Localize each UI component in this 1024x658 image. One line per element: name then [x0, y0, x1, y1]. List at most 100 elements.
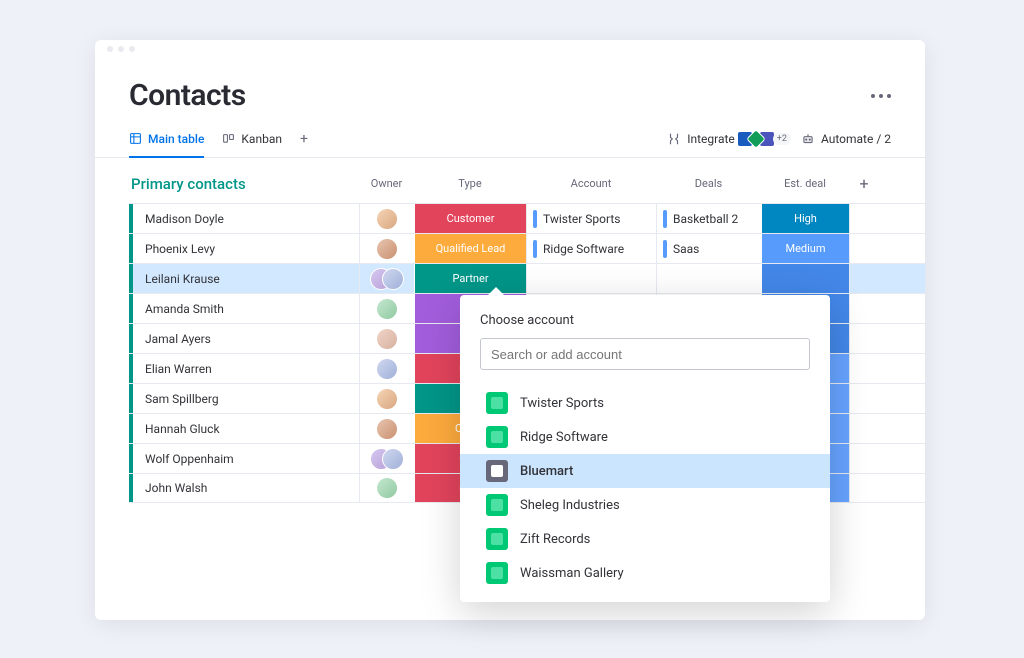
table-row[interactable]: Madison Doyle CustomerTwister SportsBaske…: [129, 203, 925, 233]
row-end-spacer: [849, 204, 879, 233]
group-title[interactable]: Primary contacts: [129, 175, 359, 193]
column-header-type[interactable]: Type: [414, 177, 526, 190]
column-header-est-deal[interactable]: Est. deal: [761, 177, 849, 190]
type-cell[interactable]: Customer: [414, 204, 526, 233]
integration-more-count: +2: [773, 133, 791, 145]
row-end-spacer: [849, 324, 879, 353]
account-cell[interactable]: Twister Sports: [526, 204, 656, 233]
table-row[interactable]: Phoenix Levy Qualified LeadRidge Software…: [129, 233, 925, 263]
checkbox-icon: [486, 528, 508, 550]
column-header-owner[interactable]: Owner: [359, 177, 414, 190]
table-row[interactable]: Leilani Krause Partner: [129, 263, 925, 293]
est-deal-cell[interactable]: Medium: [761, 234, 849, 263]
row-end-spacer: [849, 384, 879, 413]
automate-button[interactable]: Automate / 2: [801, 132, 891, 156]
contact-name-cell[interactable]: Madison Doyle: [129, 204, 359, 233]
owner-cell[interactable]: [359, 474, 414, 502]
account-option-label: Waissman Gallery: [520, 566, 624, 581]
owner-cell[interactable]: [359, 264, 414, 293]
owner-cell[interactable]: [359, 294, 414, 323]
owner-cell[interactable]: [359, 324, 414, 353]
more-menu-button[interactable]: [871, 94, 891, 98]
kanban-icon: [222, 133, 235, 146]
account-search-input[interactable]: [480, 338, 810, 370]
checkbox-icon: [486, 426, 508, 448]
window-dot: [129, 46, 135, 52]
avatar: [376, 418, 398, 440]
avatar: [376, 298, 398, 320]
checkbox-icon: [486, 494, 508, 516]
deals-cell[interactable]: Saas: [656, 234, 761, 263]
owner-cell[interactable]: [359, 414, 414, 443]
account-option[interactable]: Sheleg Industries: [480, 488, 810, 522]
integration-app-icons: +2: [741, 131, 791, 147]
row-end-spacer: [849, 234, 879, 263]
owner-cell[interactable]: [359, 204, 414, 233]
window-dot: [107, 46, 113, 52]
avatar: [376, 328, 398, 350]
row-end-spacer: [849, 414, 879, 443]
robot-icon: [801, 132, 815, 146]
contact-name-cell[interactable]: Jamal Ayers: [129, 324, 359, 353]
account-cell[interactable]: [526, 264, 656, 293]
contact-name-cell[interactable]: Elian Warren: [129, 354, 359, 383]
deals-cell[interactable]: Basketball 2: [656, 204, 761, 233]
checkbox-icon: [486, 562, 508, 584]
add-view-button[interactable]: +: [300, 131, 308, 157]
integrate-button[interactable]: Integrate +2: [667, 131, 791, 157]
account-option[interactable]: Bluemart: [460, 454, 830, 488]
view-tabs: Main table Kanban + Integrate +2: [95, 113, 925, 158]
account-picker-popover: Choose account Twister Sports Ridge Softw…: [460, 295, 830, 602]
owner-cell[interactable]: [359, 384, 414, 413]
owner-cell[interactable]: [359, 234, 414, 263]
add-column-button[interactable]: +: [849, 174, 879, 193]
account-option[interactable]: Ridge Software: [480, 420, 810, 454]
account-option-label: Ridge Software: [520, 430, 608, 445]
column-header-deals[interactable]: Deals: [656, 177, 761, 190]
account-option-label: Zift Records: [520, 532, 590, 547]
window-dot: [118, 46, 124, 52]
table-icon: [129, 132, 142, 145]
contact-name-cell[interactable]: Wolf Oppenhaim: [129, 444, 359, 473]
avatar: [376, 477, 398, 499]
owner-cell[interactable]: [359, 444, 414, 473]
contact-name-cell[interactable]: Phoenix Levy: [129, 234, 359, 263]
popover-title: Choose account: [480, 313, 810, 328]
row-end-spacer: [849, 354, 879, 383]
contact-name-cell[interactable]: Sam Spillberg: [129, 384, 359, 413]
avatar: [382, 268, 404, 290]
est-deal-cell[interactable]: [761, 264, 849, 293]
checkbox-icon: [486, 392, 508, 414]
account-cell[interactable]: Ridge Software: [526, 234, 656, 263]
column-header-account[interactable]: Account: [526, 177, 656, 190]
contact-name-cell[interactable]: Amanda Smith: [129, 294, 359, 323]
automate-label: Automate / 2: [821, 132, 891, 146]
contact-name-cell[interactable]: John Walsh: [129, 474, 359, 502]
type-cell[interactable]: Partner: [414, 264, 526, 293]
account-option[interactable]: Waissman Gallery: [480, 556, 810, 590]
tab-main-table[interactable]: Main table: [129, 132, 204, 158]
owner-cell[interactable]: [359, 354, 414, 383]
contact-name-cell[interactable]: Hannah Gluck: [129, 414, 359, 443]
type-cell[interactable]: Qualified Lead: [414, 234, 526, 263]
tab-label: Kanban: [241, 132, 282, 146]
account-option[interactable]: Zift Records: [480, 522, 810, 556]
tab-kanban[interactable]: Kanban: [222, 132, 282, 156]
avatar: [376, 238, 398, 260]
contact-name-cell[interactable]: Leilani Krause: [129, 264, 359, 293]
page-title: Contacts: [129, 78, 246, 113]
titlebar: [95, 40, 925, 58]
est-deal-cell[interactable]: High: [761, 204, 849, 233]
integrate-label: Integrate: [687, 132, 735, 146]
row-end-spacer: [849, 444, 879, 473]
account-option[interactable]: Twister Sports: [480, 386, 810, 420]
avatar: [382, 448, 404, 470]
avatar: [376, 208, 398, 230]
avatar: [376, 358, 398, 380]
row-end-spacer: [849, 264, 879, 293]
integrate-icon: [667, 132, 681, 146]
avatar: [376, 388, 398, 410]
tab-label: Main table: [148, 132, 204, 146]
deals-cell[interactable]: [656, 264, 761, 293]
account-option-list: Twister SportsRidge SoftwareBluemartShel…: [480, 386, 810, 590]
